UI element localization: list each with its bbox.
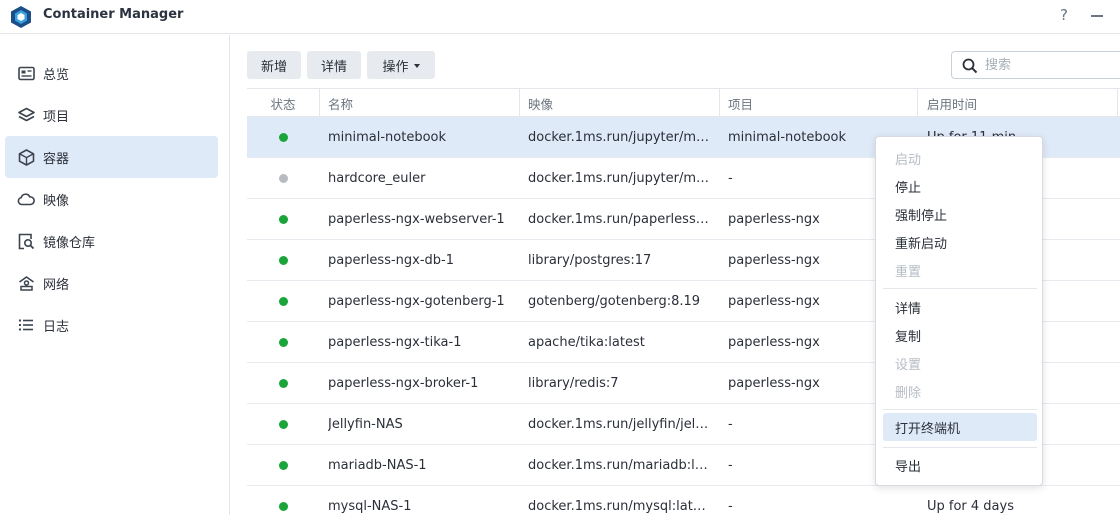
sidebar-item-label: 项目 [43,109,70,125]
row-uptime: Up for 4 days [927,498,1014,514]
row-image: docker.1ms.run/jupyter/m… [528,170,710,186]
status-stopped-indicator [279,174,288,183]
sidebar-item-label: 网络 [43,277,70,293]
row-name: paperless-ngx-db-1 [328,252,455,268]
menu-item-delete: 删除 [895,385,922,401]
overview-icon [17,64,35,82]
sidebar-item-images[interactable]: 映像 [5,178,218,220]
row-name: paperless-ngx-webserver-1 [328,211,505,227]
table-header: 状态 名称 映像 项目 启用时间 [247,88,1120,117]
caret-down-icon [413,63,420,68]
search-icon [962,58,978,74]
status-running-indicator [279,338,288,347]
context-menu: 启动 停止 强制停止 重新启动 重置 详情 复制 设置 删除 打开终端机 导出 [875,136,1043,486]
sidebar-item-overview[interactable]: 总览 [5,52,218,94]
status-running-indicator [279,215,288,224]
row-name: paperless-ngx-broker-1 [328,375,479,391]
column-header-uptime[interactable]: 启用时间 [918,89,1118,117]
menu-item-details[interactable]: 详情 [883,293,1037,321]
row-name: mysql-NAS-1 [328,498,412,514]
row-name: paperless-ngx-gotenberg-1 [328,293,505,309]
menu-item-force-stop[interactable]: 强制停止 [883,200,1037,228]
row-image: library/postgres:17 [528,252,652,268]
sidebar-item-containers[interactable]: 容器 [5,136,218,178]
row-image: docker.1ms.run/jellyfin/jel… [528,416,709,432]
add-button[interactable]: 新增 [247,51,301,79]
row-image: docker.1ms.run/jupyter/m… [528,129,710,145]
menu-item-restart[interactable]: 重新启动 [883,228,1037,256]
menu-item-reset: 重置 [895,264,922,280]
actions-dropdown-button[interactable]: 操作 [367,51,435,79]
network-icon [17,274,35,292]
sidebar-item-projects[interactable]: 项目 [5,94,218,136]
row-image: docker.1ms.run/mysql:lat… [528,498,706,514]
sidebar-item-label: 总览 [43,67,70,83]
row-name: minimal-notebook [328,129,447,145]
row-image: gotenberg/gotenberg:8.19 [528,293,701,309]
column-header-name[interactable]: 名称 [320,89,520,117]
status-running-indicator [279,297,288,306]
sidebar-item-label: 日志 [43,319,70,335]
table-row[interactable]: mysql-NAS-1 docker.1ms.run/mysql:lat… - … [247,486,1120,515]
registry-icon [17,232,35,250]
row-name: mariadb-NAS-1 [328,457,427,473]
row-project: - [728,498,733,514]
menu-divider [883,288,1037,289]
title-bar: Container Manager ? [0,0,1120,34]
sidebar-item-label: 容器 [43,151,70,167]
list-icon [17,316,35,334]
details-button[interactable]: 详情 [307,51,361,79]
layers-icon [17,106,35,124]
column-header-project[interactable]: 项目 [720,89,918,117]
container-icon [17,148,35,166]
status-running-indicator [279,461,288,470]
app-title: Container Manager [43,7,184,22]
row-name: Jellyfin-NAS [328,416,403,432]
row-image: docker.1ms.run/mariadb:l… [528,457,708,473]
status-running-indicator [279,133,288,142]
menu-item-export[interactable]: 导出 [883,451,1037,479]
status-running-indicator [279,420,288,429]
status-running-indicator [279,379,288,388]
help-button[interactable]: ? [1060,6,1068,24]
sidebar-item-registry[interactable]: 镜像仓库 [5,220,218,262]
search-input[interactable] [985,56,1115,74]
menu-divider [883,447,1037,448]
menu-item-settings: 设置 [895,357,922,373]
menu-divider [883,409,1037,410]
minimize-button[interactable] [1091,15,1103,17]
app-logo-icon [11,6,31,28]
row-name: hardcore_euler [328,170,426,186]
actions-label: 操作 [382,59,409,75]
column-header-image[interactable]: 映像 [520,89,720,117]
row-image: apache/tika:latest [528,334,645,350]
row-name: paperless-ngx-tika-1 [328,334,462,350]
row-image: library/redis:7 [528,375,619,391]
search-box[interactable] [951,51,1120,79]
cloud-icon [17,190,35,208]
sidebar-item-label: 镜像仓库 [43,235,96,251]
column-header-status[interactable]: 状态 [247,89,320,117]
menu-item-duplicate[interactable]: 复制 [883,321,1037,349]
menu-item-open-terminal[interactable]: 打开终端机 [883,413,1037,441]
row-image: docker.1ms.run/paperless… [528,211,709,227]
menu-item-start: 启动 [895,152,922,168]
sidebar: 总览 项目 容器 映像 镜像仓库 网络 日志 [0,35,230,515]
sidebar-item-label: 映像 [43,193,70,209]
sidebar-item-network[interactable]: 网络 [5,262,218,304]
sidebar-item-logs[interactable]: 日志 [5,304,218,346]
status-running-indicator [279,502,288,511]
status-running-indicator [279,256,288,265]
menu-item-stop[interactable]: 停止 [883,172,1037,200]
